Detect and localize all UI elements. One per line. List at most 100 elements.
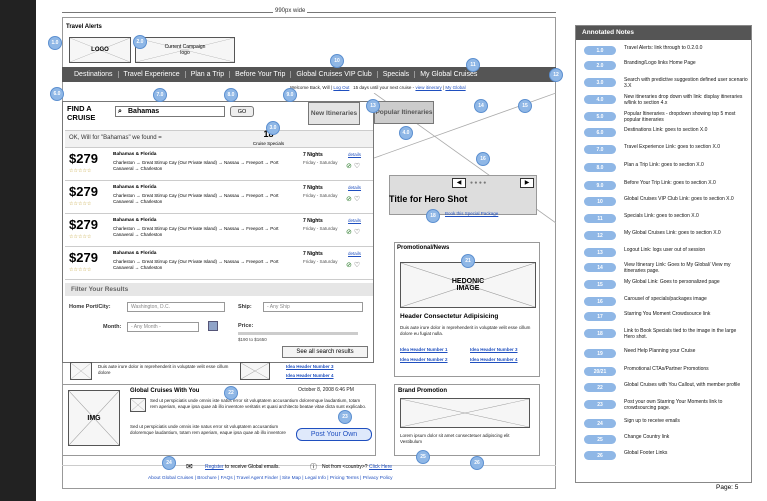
home-port-field[interactable]: Washington, D.C. [127,302,225,312]
ship-select[interactable]: - Any Ship [263,302,363,312]
rating-stars: ☆☆☆☆☆ [69,234,92,240]
main-nav: Destinations Travel Experience Plan a Tr… [62,67,556,82]
details-link[interactable]: details [348,152,361,157]
country-row: Not from <country>? Click Here [322,464,392,470]
search-input[interactable]: ⌕ Bahamas [115,106,225,117]
see-all-results-button[interactable]: See all search results [282,346,368,358]
result-price: $279 [69,184,98,199]
travel-alerts[interactable]: Travel Alerts [66,24,102,30]
check-icon[interactable]: ⊘ [346,229,352,236]
callout-bubble: 24 [162,456,176,470]
heart-icon[interactable]: ♡ [354,196,360,203]
small-promo-image-2 [240,362,270,380]
heart-icon[interactable]: ♡ [354,163,360,170]
nav-plan-a-trip[interactable]: Plan a Trip [186,71,231,78]
result-price: $279 [69,250,98,265]
home-port-label: Home Port/City: [69,304,111,310]
width-dimension-line [62,12,556,13]
note-item: 17 Starring You Moment Crowdsource link [584,311,749,325]
callout-bubble: 8.0 [224,88,238,102]
welcome-text: Welcome Back, Will [290,85,330,90]
carousel-dots[interactable]: ● ● ● ● [470,180,486,186]
logo[interactable]: LOGO [69,37,131,63]
country-question: Not from <country>? [322,464,368,470]
details-link[interactable]: details [348,251,361,256]
gcwy-date: October 8, 2008 6:46 PM [298,387,354,393]
promo-link-4[interactable]: Idea Header Number 4 [470,357,518,363]
result-route: Charleston → Great Stirrup Cay (Our Priv… [113,259,279,270]
rating-stars: ☆☆☆☆☆ [69,267,92,273]
check-icon[interactable]: ⊘ [346,262,352,269]
result-row[interactable]: $279 ☆☆☆☆☆ Bahamas & Florida Charleston … [65,182,373,214]
result-days: Friday - Saturday [303,259,338,264]
promo-title: Promotional/News [397,245,450,251]
month-label: Month: [103,324,122,330]
details-link[interactable]: details [348,185,361,190]
carousel-prev-icon[interactable]: ◀ [452,178,466,188]
member-avatar [130,398,146,412]
callout-bubble: 14 [474,99,488,113]
book-special-link[interactable]: Book this Special Package [445,211,498,216]
callout-bubble: 22 [224,386,238,400]
result-nights: 7 Nights [303,152,323,158]
result-days: Friday - Saturday [303,193,338,198]
result-row[interactable]: $279 ☆☆☆☆☆ Bahamas & Florida Charleston … [65,215,373,247]
heart-icon[interactable]: ♡ [354,262,360,269]
result-price: $279 [69,217,98,232]
small-promo-link-3[interactable]: Idea Header Number 3 [286,364,334,370]
nav-travel-experience[interactable]: Travel Experience [119,71,186,78]
post-your-own-button[interactable]: Post Your Own [296,428,372,441]
nav-specials[interactable]: Specials [378,71,416,78]
logout-link[interactable]: Log Out [333,85,349,90]
view-itinerary-link[interactable]: view itinerary [415,85,441,90]
page-number: Page: 5 [716,484,739,491]
check-icon[interactable]: ⊘ [346,163,352,170]
nav-my-global-cruises[interactable]: My Global Cruises [415,71,482,78]
nav-before-your-trip[interactable]: Before Your Trip [230,71,292,78]
filter-title: Filter Your Results [65,283,373,296]
callout-bubble: 26 [470,456,484,470]
nav-destinations[interactable]: Destinations [62,71,119,78]
note-item: 7.0 Travel Experience Link: goes to secti… [584,144,749,158]
month-select[interactable]: - Any Month - [127,322,199,332]
tab-new-itineraries[interactable]: New Itineraries [308,102,360,125]
my-global-link[interactable]: My Global [445,85,465,90]
footer-links[interactable]: About Global Cruises | Brochure | FAQs |… [148,476,393,481]
promo-link-3[interactable]: Idea Header Number 3 [470,347,518,353]
register-link[interactable]: Register [205,464,224,470]
result-nights: 7 Nights [303,218,323,224]
callout-bubble: 9.0 [283,88,297,102]
small-promo-link-4[interactable]: Idea Header Number 4 [286,373,334,379]
tab-popular-itineraries[interactable]: Popular Itineraries [374,101,434,124]
click-here-link[interactable]: Click Here [369,464,392,470]
callout-bubble: 12 [549,68,563,82]
go-button[interactable]: GO [230,106,254,117]
note-item: 6.0 Destinations Link: goes to section X.… [584,127,749,141]
small-promo-body: Duis aute irure dolor in reprehenderit i… [98,364,229,375]
calendar-icon[interactable] [208,321,218,331]
heart-icon[interactable]: ♡ [354,229,360,236]
width-dimension-label: 990px wide [273,8,308,14]
price-slider[interactable] [238,332,358,335]
gcwy-paragraph-2: Sed ut perspiciatis unde omnis iste natu… [130,424,286,435]
result-row[interactable]: $279 ☆☆☆☆☆ Bahamas & Florida Charleston … [65,248,373,280]
check-icon[interactable]: ⊘ [346,196,352,203]
found-summary: OK, Will for "Bahamas" we found = [65,130,373,148]
carousel-next-icon[interactable]: ▶ [520,178,534,188]
note-item: 19 Need Help Planning your Cruise [584,348,749,362]
note-item: 3.0 Search with predictive suggestion def… [584,77,749,91]
promo-link-1[interactable]: Idea Header Number 1 [400,347,448,353]
result-days: Friday - Saturday [303,226,338,231]
details-link[interactable]: details [348,218,361,223]
promo-link-2[interactable]: Idea Header Number 2 [400,357,448,363]
result-row[interactable]: $279 ☆☆☆☆☆ Bahamas & Florida Charleston … [65,149,373,181]
price-label: Price: [238,323,254,329]
result-days: Friday - Saturday [303,160,338,165]
result-title: Bahamas & Florida [113,185,157,190]
result-route: Charleston → Great Stirrup Cay (Our Priv… [113,193,279,204]
result-price: $279 [69,151,98,166]
brand-body: Lorem ipsum dolor sit amet consectetuer … [400,433,510,444]
promo-header: Header Consectetur Adipisicing [400,313,499,320]
note-item: 11 Specials Link: goes to section X.0 [584,213,749,227]
nav-vip-club[interactable]: Global Cruises VIP Club [291,71,378,78]
